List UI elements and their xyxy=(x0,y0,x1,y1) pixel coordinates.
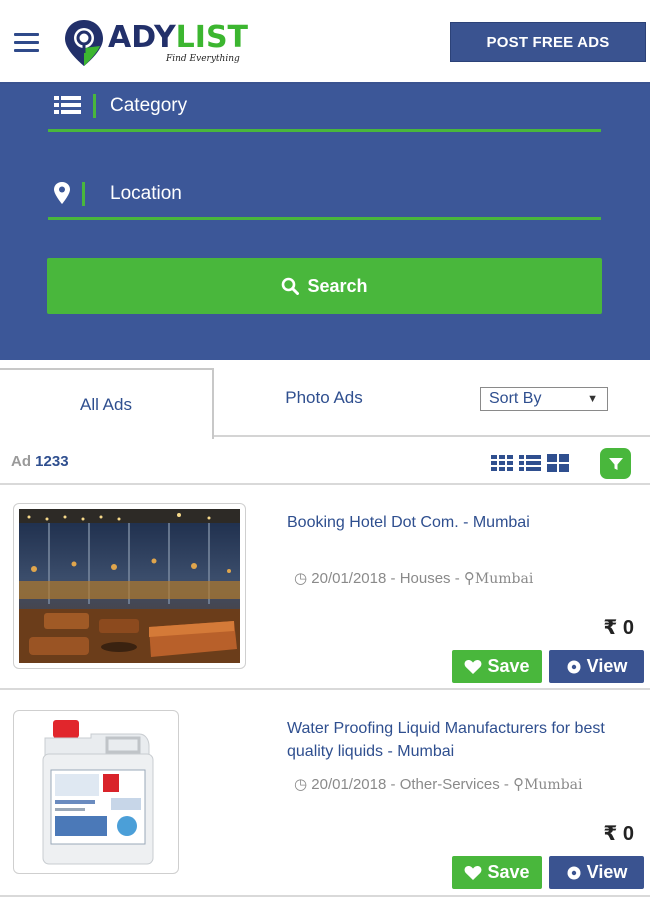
field-separator xyxy=(93,94,96,118)
ad-count-value: 1233 xyxy=(35,453,69,470)
list-item[interactable]: Booking Hotel Dot Com. - Mumbai ◷ 20/01/… xyxy=(0,487,650,690)
hotel-lounge-image xyxy=(19,509,240,663)
view-button[interactable]: View xyxy=(549,650,644,683)
logo-tagline: Find Everything xyxy=(166,54,240,64)
category-field[interactable]: Category xyxy=(48,84,601,132)
adylist-logo[interactable]: ADYLIST Find Everything xyxy=(62,18,252,70)
ad-thumbnail[interactable] xyxy=(13,710,179,874)
location-label: Location xyxy=(110,183,182,204)
ad-meta: ◷ 20/01/2018 - Other-Services - ⚲Mumbai xyxy=(294,776,583,793)
search-button[interactable]: Search xyxy=(47,258,602,314)
map-pin-icon xyxy=(54,182,70,204)
heart-icon xyxy=(464,659,482,675)
list-item[interactable]: Water Proofing Liquid Manufacturers for … xyxy=(0,692,650,897)
ad-title-link[interactable]: Water Proofing Liquid Manufacturers for … xyxy=(287,717,647,763)
list-view-icon[interactable] xyxy=(519,454,541,472)
filter-icon xyxy=(608,457,623,470)
ad-price: ₹ 0 xyxy=(603,617,634,639)
eye-icon xyxy=(566,865,582,881)
view-button[interactable]: View xyxy=(549,856,644,889)
tab-all-ads[interactable]: All Ads xyxy=(0,368,214,439)
eye-icon xyxy=(566,659,582,675)
dropdown-arrow-icon: ▼ xyxy=(587,393,598,405)
ad-date: 20/01/2018 xyxy=(311,570,387,587)
ad-city: Mumbai xyxy=(474,571,534,587)
ad-count-prefix: Ad xyxy=(11,453,31,470)
ad-date: 20/01/2018 xyxy=(311,776,387,793)
list-icon xyxy=(54,96,81,114)
ad-price: ₹ 0 xyxy=(603,823,634,845)
view-button-label: View xyxy=(586,656,628,676)
search-icon xyxy=(282,277,300,295)
sort-by-select[interactable]: Sort By ▼ xyxy=(480,387,608,411)
search-button-label: Search xyxy=(307,275,368,296)
ad-title-link[interactable]: Booking Hotel Dot Com. - Mumbai xyxy=(287,511,647,534)
grid-view-icon[interactable] xyxy=(491,454,513,472)
hamburger-menu-icon[interactable] xyxy=(14,33,39,53)
ad-count: Ad 1233 xyxy=(11,453,69,470)
search-panel: Category Location Search xyxy=(0,84,650,360)
save-button-label: Save xyxy=(487,656,530,676)
liquid-can-image xyxy=(19,716,173,868)
save-button[interactable]: Save xyxy=(452,856,542,889)
ad-tabs: All Ads Photo Ads Sort By ▼ xyxy=(0,360,650,439)
clock-icon: ◷ xyxy=(294,570,308,587)
location-field[interactable]: Location xyxy=(48,172,601,220)
results-toolbar: Ad 1233 xyxy=(0,437,650,485)
location-pin-icon: ⚲ xyxy=(513,776,525,793)
ad-city: Mumbai xyxy=(524,777,583,793)
save-button[interactable]: Save xyxy=(452,650,542,683)
save-button-label: Save xyxy=(487,862,530,882)
top-header: ADYLIST Find Everything POST FREE ADS xyxy=(0,0,650,84)
post-free-ads-button[interactable]: POST FREE ADS xyxy=(450,22,646,62)
ad-thumbnail[interactable] xyxy=(13,503,246,669)
ad-meta: ◷ 20/01/2018 - Houses - ⚲Mumbai xyxy=(294,570,534,587)
ad-category: Houses xyxy=(399,570,451,587)
filter-button[interactable] xyxy=(600,448,631,479)
category-label: Category xyxy=(110,95,188,116)
logo-pin-icon xyxy=(65,20,103,66)
tab-photo-ads[interactable]: Photo Ads xyxy=(214,368,434,428)
logo-wordmark: ADYLIST xyxy=(108,20,249,55)
clock-icon: ◷ xyxy=(294,776,308,793)
tile-view-icon[interactable] xyxy=(547,454,569,472)
heart-icon xyxy=(464,865,482,881)
field-separator xyxy=(82,182,85,206)
location-pin-icon: ⚲ xyxy=(463,570,475,587)
view-button-label: View xyxy=(586,862,628,882)
sort-by-label: Sort By xyxy=(489,390,542,407)
ad-category: Other-Services xyxy=(399,776,500,793)
